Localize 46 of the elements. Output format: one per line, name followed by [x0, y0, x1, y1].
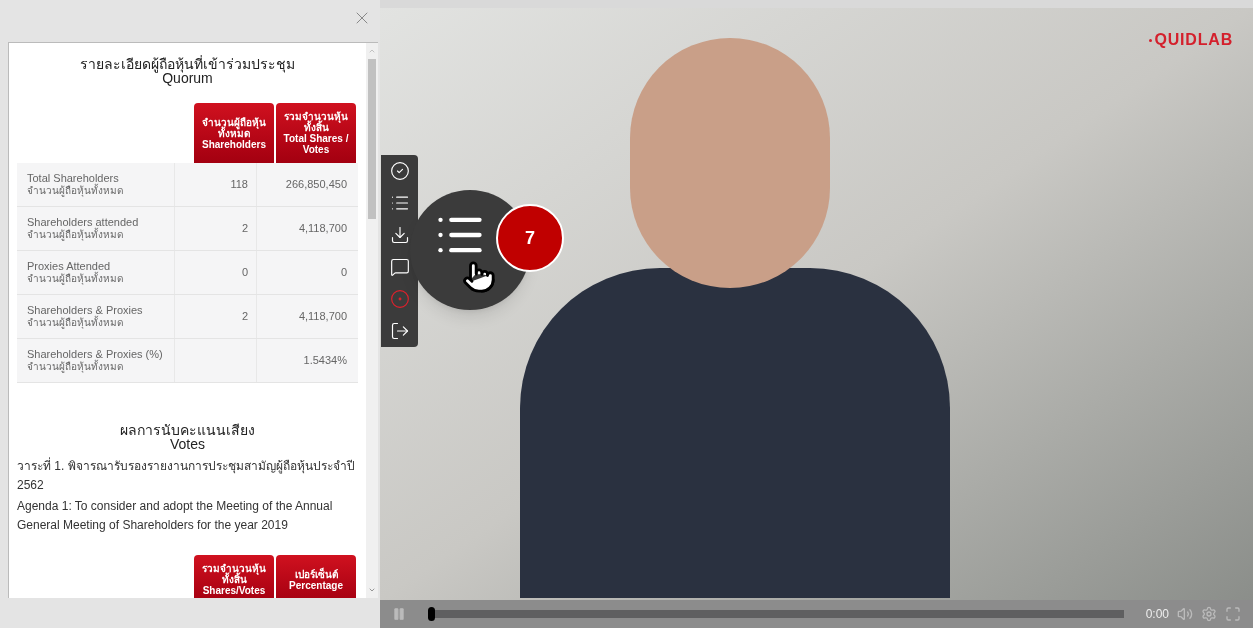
chat-bubble-icon[interactable] — [389, 257, 410, 277]
scrollbar[interactable] — [366, 43, 378, 598]
section-title: Votes — [170, 437, 205, 451]
table-cell-text: 266,850,450 — [285, 177, 347, 193]
table-cell-text: 2 — [241, 309, 248, 325]
row-label: Shareholders & Proxies (%) — [27, 348, 164, 360]
record-icon[interactable] — [389, 289, 410, 309]
agenda-text: Agenda 1: To consider and adopt the Meeting of the Annual General Meeting of Shareholders for the year 2019 — [17, 498, 334, 534]
volume-icon[interactable] — [1177, 606, 1193, 622]
progress-thumb[interactable] — [428, 607, 435, 621]
row-label: Total Shareholders — [27, 172, 119, 184]
column-header: เปอร์เซ็นต์ Percentage — [276, 555, 356, 598]
scroll-up-icon[interactable] — [368, 47, 376, 55]
table-cell-text: 4,118,700 — [298, 309, 347, 325]
section-title: Quorum — [162, 71, 213, 85]
row-label: จำนวนผู้ถือหุ้นทั้งหมด — [27, 229, 123, 241]
table-cell-text: 1.5434% — [303, 353, 347, 369]
time-display: 0:00 — [1145, 606, 1169, 623]
column-header: รวมจำนวนหุ้นทั้งสิ้น Total Shares / Votes — [276, 103, 356, 163]
check-circle-icon[interactable] — [389, 161, 410, 181]
fullscreen-icon[interactable] — [1225, 606, 1241, 622]
row-label: Shareholders attended — [27, 216, 140, 228]
agenda-text: วาระที่ 1. พิจารณารับรองรายงานการประชุมสามัญผู้ถือหุ้นประจำปี 2562 — [17, 457, 356, 494]
table-cell-text: 0 — [340, 265, 347, 281]
hand-pointer-icon — [462, 260, 496, 294]
download-icon[interactable] — [389, 225, 410, 245]
row-label: จำนวนผู้ถือหุ้นทั้งหมด — [27, 361, 124, 373]
row-label: Shareholders & Proxies — [27, 304, 144, 316]
exit-icon[interactable] — [389, 321, 410, 341]
table-cell-text: 4,118,700 — [298, 221, 347, 237]
column-header: รวมจำนวนหุ้นทั้งสิ้น Shares/Votes — [194, 555, 274, 598]
table-cell-text: 118 — [230, 177, 248, 193]
row-label: จำนวนผู้ถือหุ้นทั้งหมด — [27, 273, 124, 285]
logo: QUIDLAB — [1154, 30, 1233, 50]
table-cell-text: 2 — [241, 221, 248, 237]
column-header: จำนวนผู้ถือหุ้นทั้งหมด Shareholders — [194, 103, 274, 163]
scrollbar-thumb[interactable] — [368, 59, 376, 219]
pause-button[interactable] — [392, 607, 406, 621]
row-label: จำนวนผู้ถือหุ้นทั้งหมด — [27, 185, 124, 197]
table-cell-text: 0 — [241, 265, 248, 281]
row-label: Proxies Attended — [27, 260, 111, 272]
row-label: จำนวนผู้ถือหุ้นทั้งหมด — [27, 317, 124, 329]
scroll-down-icon[interactable] — [368, 586, 376, 594]
step-badge: 7 — [496, 204, 564, 272]
settings-icon[interactable] — [1201, 606, 1217, 622]
section-title: ผลการนับคะแนนเสียง — [120, 423, 255, 437]
